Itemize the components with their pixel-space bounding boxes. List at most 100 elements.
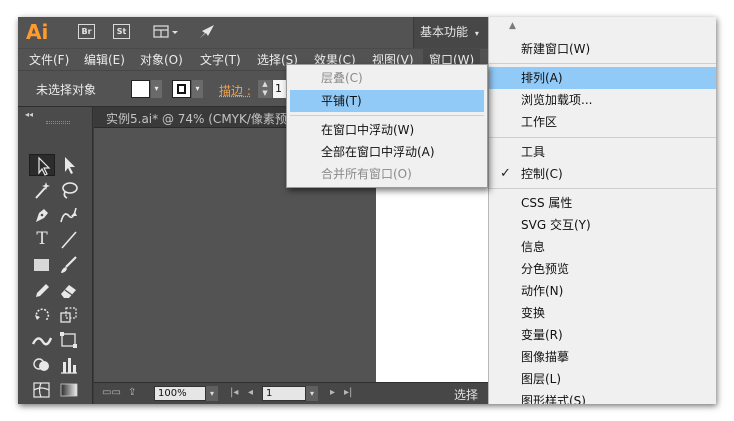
next-artboard-icon[interactable]: ▸ xyxy=(330,386,335,400)
free-transform-tool[interactable] xyxy=(56,329,82,351)
selection-tool[interactable] xyxy=(29,154,55,176)
bridge-button[interactable]: Br xyxy=(78,24,95,39)
line-segment-tool[interactable] xyxy=(56,229,82,251)
scale-icon xyxy=(60,307,77,323)
menu-file[interactable]: 文件(F) xyxy=(23,49,75,71)
wm-actions[interactable]: 动作(N) xyxy=(489,280,716,302)
pencil-icon xyxy=(36,284,49,297)
shape-builder-tool[interactable] xyxy=(29,354,55,376)
arrange-submenu: 层叠(C) 平铺(T) 在窗口中浮动(W) 全部在窗口中浮动(A) 合并所有窗口… xyxy=(286,64,488,188)
rotate-icon xyxy=(35,308,50,321)
eraser-icon xyxy=(61,285,76,298)
zoom-dropdown-icon[interactable]: ▾ xyxy=(206,386,218,401)
collapse-panel-icon[interactable]: ◂◂ xyxy=(25,110,33,119)
wm-image-trace[interactable]: 图像描摹 xyxy=(489,346,716,368)
wm-browse-addons[interactable]: 浏览加载项... xyxy=(489,89,716,111)
illustrator-window: Ai Br St 基本功能 ▾ 文件(F) 编辑(E) 对象(O) 文字(T) … xyxy=(18,17,716,404)
wm-control[interactable]: ✓ 控制(C) xyxy=(489,163,716,185)
menu-separator xyxy=(489,137,716,138)
status-bar: ▭▭ ⇪ 100% ▾ |◂ ◂ 1 ▾ ▸ ▸| 选择 xyxy=(94,382,488,404)
wm-css-properties[interactable]: CSS 属性 xyxy=(489,192,716,214)
artboard-dropdown-icon[interactable]: ▾ xyxy=(306,386,318,401)
rectangle-icon xyxy=(34,259,49,271)
am-float-in-window[interactable]: 在窗口中浮动(W) xyxy=(290,119,484,141)
wm-tools[interactable]: 工具 xyxy=(489,141,716,163)
mesh-tool[interactable] xyxy=(29,379,55,401)
direct-selection-icon xyxy=(65,157,75,174)
fill-swatch[interactable] xyxy=(131,80,150,98)
application-bar: Ai Br St 基本功能 ▾ xyxy=(18,17,488,48)
curvature-tool[interactable] xyxy=(56,204,82,226)
wm-variables[interactable]: 变量(R) xyxy=(489,324,716,346)
paintbrush-tool[interactable] xyxy=(56,254,82,276)
chevron-down-icon: ▾ xyxy=(474,29,479,38)
window-menu: ▲ 新建窗口(W) 排列(A) 浏览加载项... 工作区 工具 ✓ 控制(C) … xyxy=(488,17,716,404)
rotate-tool[interactable] xyxy=(29,304,55,326)
width-tool[interactable] xyxy=(29,329,55,351)
rectangle-tool[interactable] xyxy=(29,254,55,276)
wm-info[interactable]: 信息 xyxy=(489,236,716,258)
scale-tool[interactable] xyxy=(56,304,82,326)
pen-tool[interactable] xyxy=(29,204,55,226)
stroke-label[interactable]: 描边 : xyxy=(219,82,251,99)
pencil-tool[interactable] xyxy=(29,279,55,301)
gpu-performance-icon[interactable] xyxy=(196,23,218,41)
panel-grip-icon[interactable] xyxy=(46,121,70,124)
curvature-icon xyxy=(60,207,77,223)
width-icon xyxy=(31,337,53,346)
menu-object[interactable]: 对象(O) xyxy=(134,49,189,71)
graph-tool[interactable] xyxy=(56,354,82,376)
current-tool-status[interactable]: 选择 xyxy=(454,386,478,403)
artboard-number-field[interactable]: 1 xyxy=(262,386,306,401)
blend-tool[interactable] xyxy=(56,401,82,404)
pen-icon xyxy=(36,209,48,222)
wm-arrange[interactable]: 排列(A) xyxy=(489,67,716,89)
arrange-documents-button[interactable] xyxy=(153,23,181,41)
am-float-all-in-windows[interactable]: 全部在窗口中浮动(A) xyxy=(290,141,484,163)
mesh-icon xyxy=(33,382,50,398)
stock-button[interactable]: St xyxy=(113,24,130,39)
wm-workspace[interactable]: 工作区 xyxy=(489,111,716,133)
scroll-up-icon[interactable]: ▲ xyxy=(509,21,516,31)
document-tab-label: 实例5.ai* @ 74% (CMYK/像素预 xyxy=(106,112,287,126)
gradient-tool[interactable] xyxy=(56,379,82,401)
wm-layers[interactable]: 图层(L) xyxy=(489,368,716,390)
menu-separator xyxy=(290,115,484,116)
wm-new-window[interactable]: 新建窗口(W) xyxy=(489,38,716,60)
eyedropper-tool[interactable] xyxy=(29,401,55,404)
last-artboard-icon[interactable]: ▸| xyxy=(344,386,352,400)
lasso-icon xyxy=(62,182,78,199)
stroke-swatch[interactable] xyxy=(172,80,191,98)
wm-transform[interactable]: 变换 xyxy=(489,302,716,324)
am-consolidate-all[interactable]: 合并所有窗口(O) xyxy=(290,163,484,185)
blend-icon xyxy=(56,401,82,404)
direct-selection-tool[interactable] xyxy=(56,154,82,176)
menu-type[interactable]: 文字(T) xyxy=(194,49,247,71)
stroke-dropdown-icon[interactable]: ▾ xyxy=(192,80,203,98)
magic-wand-tool[interactable] xyxy=(29,179,55,201)
share-icon[interactable]: ⇪ xyxy=(128,386,136,400)
previous-artboard-icon[interactable]: ◂ xyxy=(248,386,253,400)
wm-control-label: 控制(C) xyxy=(521,167,563,181)
wm-separations-preview[interactable]: 分色预览 xyxy=(489,258,716,280)
am-cascade[interactable]: 层叠(C) xyxy=(290,67,484,89)
workspace-switcher[interactable]: 基本功能 ▾ xyxy=(413,17,488,48)
graph-icon xyxy=(61,358,77,374)
eyedropper-icon xyxy=(29,401,55,404)
paintbrush-icon xyxy=(61,256,77,273)
menu-edit[interactable]: 编辑(E) xyxy=(78,49,131,71)
wm-svg-interactivity[interactable]: SVG 交互(Y) xyxy=(489,214,716,236)
type-tool[interactable]: T xyxy=(29,229,55,251)
wm-graphic-styles[interactable]: 图形样式(S) xyxy=(489,390,716,404)
gpu-indicator-icon[interactable]: ▭▭ xyxy=(102,386,121,400)
lasso-tool[interactable] xyxy=(56,179,82,201)
zoom-field[interactable]: 100% xyxy=(154,386,206,401)
fill-dropdown-icon[interactable]: ▾ xyxy=(151,80,162,98)
first-artboard-icon[interactable]: |◂ xyxy=(230,386,238,400)
check-icon: ✓ xyxy=(500,166,511,181)
illustrator-logo: Ai xyxy=(26,20,49,44)
eraser-tool[interactable] xyxy=(56,279,82,301)
stroke-stepper-icon[interactable]: ▲ ▼ xyxy=(258,80,272,98)
stroke-swatch-icon xyxy=(177,84,186,94)
am-tile[interactable]: 平铺(T) xyxy=(290,90,484,112)
